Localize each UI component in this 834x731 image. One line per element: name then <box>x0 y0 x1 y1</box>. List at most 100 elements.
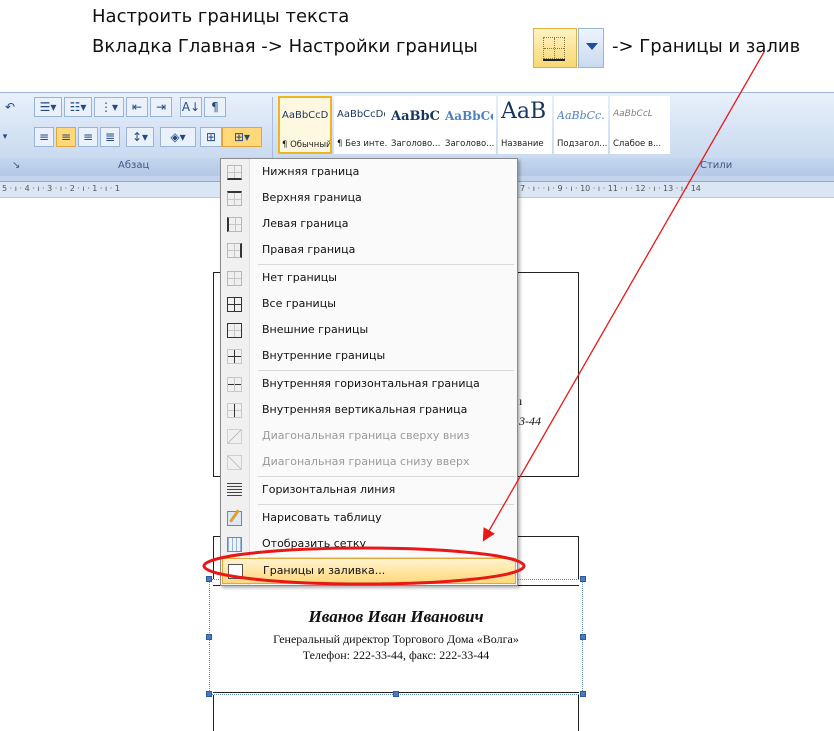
menu-item-label: Все границы <box>262 297 336 310</box>
menu-item-no-border[interactable]: Нет границы <box>222 266 516 292</box>
align-right-icon[interactable]: ≡ <box>78 127 98 147</box>
border-right-icon <box>227 243 242 258</box>
menu-separator <box>258 264 514 265</box>
inside-horizontal-border-icon <box>227 377 242 392</box>
border-left-icon <box>227 217 242 232</box>
menu-item-label: Внутренние границы <box>262 349 386 362</box>
style-title[interactable]: AaB Название <box>498 96 552 154</box>
selected-paragraph[interactable]: Иванов Иван Иванович Генеральный директо… <box>209 579 583 695</box>
menu-item-borders-and-shading[interactable]: Границы и заливка... <box>222 558 516 584</box>
style-name: Название <box>501 139 544 149</box>
menu-item-left-border[interactable]: Левая граница <box>222 212 516 238</box>
align-left-icon[interactable]: ≡ <box>34 127 54 147</box>
view-gridlines-icon <box>227 537 242 552</box>
menu-item-outside-borders[interactable]: Внешние границы <box>222 318 516 344</box>
menu-item-all-borders[interactable]: Все границы <box>222 292 516 318</box>
menu-item-label: Горизонтальная линия <box>262 483 396 496</box>
borders-shading-icon <box>228 564 243 579</box>
resize-handle[interactable] <box>206 691 212 697</box>
style-sample: AaBbCcDc <box>282 110 328 121</box>
inside-vertical-border-icon <box>227 403 242 418</box>
document-partial-text: 3-44 <box>519 414 541 428</box>
menu-item-label: Отобразить сетку <box>262 537 367 550</box>
borders-button-icon <box>533 28 577 68</box>
resize-handle[interactable] <box>580 691 586 697</box>
document-text-fragment: ı <box>519 394 523 408</box>
menu-item-label: Внутренняя вертикальная граница <box>262 403 468 416</box>
borders-dropdown-button[interactable]: ⊞▾ <box>222 127 262 147</box>
align-center-icon[interactable]: ≡ <box>56 127 76 147</box>
menu-separator <box>258 504 514 505</box>
menu-item-label: Диагональная граница сверху вниз <box>262 429 470 442</box>
menu-item-bottom-border[interactable]: Нижняя граница <box>222 160 516 186</box>
horizontal-line-icon <box>227 483 242 498</box>
menu-item-view-gridlines[interactable]: Отобразить сетку <box>222 532 516 558</box>
menu-item-inside-borders[interactable]: Внутренние границы <box>222 344 516 370</box>
style-name: ¶ Обычный <box>282 140 330 150</box>
menu-item-horizontal-line[interactable]: Горизонтальная линия <box>222 478 516 504</box>
style-heading-1[interactable]: AaBbCc Заголово... <box>388 96 442 154</box>
increase-indent-icon[interactable]: ⇥ <box>150 97 172 117</box>
resize-handle[interactable] <box>580 634 586 640</box>
style-sample: AaBbCc <box>445 109 493 123</box>
style-no-spacing[interactable]: AaBbCcDc ¶ Без инте... <box>334 96 388 154</box>
menu-item-label: Границы и заливка... <box>263 564 386 577</box>
menu-item-label: Нет границы <box>262 271 337 284</box>
menu-separator <box>258 476 514 477</box>
ribbon-dropdown[interactable]: ▾ <box>0 127 10 147</box>
style-sample: AaBbCc. <box>557 109 605 122</box>
style-subtle-emphasis[interactable]: AaBbCcL Слабое в... <box>610 96 670 154</box>
decrease-indent-icon[interactable]: ⇤ <box>126 97 148 117</box>
menu-item-inside-horizontal[interactable]: Внутренняя горизонтальная граница <box>222 372 516 398</box>
menu-item-draw-table[interactable]: Нарисовать таблицу <box>222 506 516 532</box>
menu-item-label: Правая граница <box>262 243 356 256</box>
sort-icon[interactable]: A↓ <box>180 97 202 117</box>
inside-borders-icon <box>227 349 242 364</box>
style-name: Заголово... <box>445 139 495 149</box>
ruler-left-ticks: 5 · ı · 4 · ı · 3 · ı · 2 · ı · 1 · ı · … <box>2 184 120 193</box>
style-name: Слабое в... <box>613 139 662 149</box>
shading-button[interactable]: ◈▾ <box>160 127 196 147</box>
ruler-right-ticks: 7 · ı · · ı · 9 · ı · 10 · ı · 11 · ı · … <box>520 184 701 193</box>
undo-icon[interactable]: ↶ <box>0 97 20 117</box>
outside-borders-icon <box>227 323 242 338</box>
line-spacing-button[interactable]: ↕▾ <box>126 127 154 147</box>
bullets-button[interactable]: ☰▾ <box>34 97 62 117</box>
resize-handle[interactable] <box>393 691 399 697</box>
style-subtitle[interactable]: AaBbCc. Подзагол... <box>554 96 608 154</box>
menu-item-right-border[interactable]: Правая граница <box>222 238 516 264</box>
diagonal-down-border-icon <box>227 429 242 444</box>
menu-item-label: Внутренняя горизонтальная граница <box>262 377 480 390</box>
caption-instruction-end: -> Границы и залив <box>612 36 801 57</box>
menu-item-inside-vertical[interactable]: Внутренняя вертикальная граница <box>222 398 516 424</box>
person-phone: Телефон: 222-33-44, факс: 222-33-44 <box>302 648 490 662</box>
style-name: Заголово... <box>391 139 441 149</box>
borders-button[interactable]: ⊞ <box>200 127 222 147</box>
menu-item-label: Левая граница <box>262 217 349 230</box>
all-borders-icon <box>227 297 242 312</box>
numbering-button[interactable]: ☷▾ <box>64 97 92 117</box>
menu-item-diagonal-up: Диагональная граница снизу вверх <box>222 450 516 476</box>
style-sample: AaBbCcL <box>613 109 653 119</box>
person-position: Генеральный директор Торгового Дома «Вол… <box>273 632 519 646</box>
show-formatting-icon[interactable]: ¶ <box>204 97 226 117</box>
style-sample: AaBbCcDc <box>337 109 385 120</box>
ribbon-group-dialog-launcher[interactable]: ↘ <box>12 160 20 171</box>
style-sample: AaB <box>501 99 547 124</box>
justify-icon[interactable]: ≣ <box>100 127 120 147</box>
styles-group-label: Стили <box>700 160 733 171</box>
person-name: Иванов Иван Иванович <box>308 607 484 626</box>
resize-handle[interactable] <box>206 634 212 640</box>
menu-item-top-border[interactable]: Верхняя граница <box>222 186 516 212</box>
menu-separator <box>258 370 514 371</box>
multilevel-list-button[interactable]: ⋮▾ <box>94 97 124 117</box>
caption-title: Настроить границы текста <box>92 6 350 27</box>
style-sample: AaBbCc <box>391 109 439 124</box>
resize-handle[interactable] <box>206 576 212 582</box>
resize-handle[interactable] <box>580 576 586 582</box>
caption-instruction: Вкладка Главная -> Настройки границы <box>92 36 478 57</box>
style-heading-2[interactable]: AaBbCc Заголово... <box>442 96 496 154</box>
menu-item-label: Верхняя граница <box>262 191 362 204</box>
style-normal[interactable]: AaBbCcDc ¶ Обычный <box>278 96 332 154</box>
style-name: Подзагол... <box>557 139 607 149</box>
